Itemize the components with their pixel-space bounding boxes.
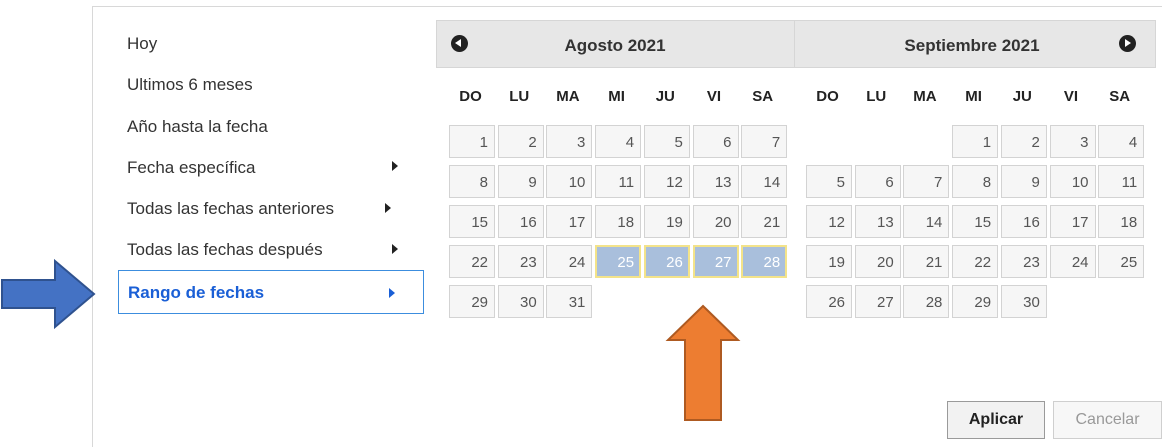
calendar-day-cell[interactable]: 24	[1049, 245, 1096, 278]
calendar-day-cell[interactable]: 19	[806, 245, 852, 278]
calendar-day-cell[interactable]: 15	[449, 205, 495, 238]
calendar-day-cell[interactable]: 17	[1049, 205, 1096, 238]
menu-item-fechas-anteriores[interactable]: Todas las fechas anteriores	[127, 199, 334, 219]
calendar-day-cell[interactable]: 5	[643, 125, 690, 158]
calendar-day-cell[interactable]: 16	[497, 205, 544, 238]
calendar-day-cell[interactable]: 30	[1000, 285, 1047, 318]
calendar-day-cell[interactable]: 28	[903, 285, 950, 318]
calendar-day-cell[interactable]: 28	[741, 245, 788, 278]
calendar-day-cell[interactable]: 21	[903, 245, 950, 278]
calendar-day-cell[interactable]: 16	[1000, 205, 1047, 238]
weekday-header: VI	[706, 88, 722, 105]
calendar-day-cell[interactable]: 13	[692, 165, 739, 198]
weekday-header: DO	[816, 88, 839, 105]
calendar-day-cell[interactable]: 13	[854, 205, 901, 238]
menu-item-rango-de-fechas[interactable]: Rango de fechas	[118, 270, 424, 314]
menu-item-hoy[interactable]: Hoy	[127, 34, 157, 54]
calendar-day-cell[interactable]: 2	[497, 125, 544, 158]
calendar-day-cell[interactable]: 26	[806, 285, 852, 318]
apply-button[interactable]: Aplicar	[947, 401, 1045, 439]
calendar-day-cell[interactable]: 20	[854, 245, 901, 278]
calendar-day-cell[interactable]: 1	[449, 125, 495, 158]
calendar-day-cell[interactable]: 12	[643, 165, 690, 198]
annotation-arrow-right-icon	[1, 258, 96, 330]
calendar-day-cell[interactable]: 27	[692, 245, 739, 278]
calendar-day-cell[interactable]: 6	[692, 125, 739, 158]
calendar-day-cell[interactable]: 21	[741, 205, 788, 238]
calendar-day-cell[interactable]: 30	[497, 285, 544, 318]
month-title-august: Agosto 2021	[564, 36, 666, 55]
calendar-day-cell[interactable]: 22	[952, 245, 999, 278]
calendar-day-cell[interactable]: 7	[741, 125, 788, 158]
calendar-day-cell[interactable]: 14	[741, 165, 788, 198]
calendar-day-cell[interactable]: 9	[1000, 165, 1047, 198]
menu-item-ultimos-6-meses[interactable]: Ultimos 6 meses	[127, 75, 253, 95]
calendar-day-cell[interactable]: 3	[1049, 125, 1096, 158]
weekday-header: MI	[608, 88, 625, 105]
calendar-day-cell[interactable]: 15	[952, 205, 999, 238]
calendar-day-cell[interactable]: 10	[546, 165, 593, 198]
calendar-day-cell[interactable]: 4	[1098, 125, 1145, 158]
calendar-day-cell[interactable]: 12	[806, 205, 852, 238]
calendar-day-cell[interactable]: 23	[497, 245, 544, 278]
calendar-day-cell[interactable]: 23	[1000, 245, 1047, 278]
calendar-day-cell[interactable]: 20	[692, 205, 739, 238]
calendar-day-cell[interactable]: 25	[595, 245, 642, 278]
calendar-day-cell[interactable]: 31	[546, 285, 593, 318]
calendar-day-cell[interactable]: 19	[643, 205, 690, 238]
calendar-day-cell[interactable]: 17	[546, 205, 593, 238]
weekday-header: DO	[459, 88, 482, 105]
weekday-header: LU	[866, 88, 887, 105]
weekday-header: JU	[655, 88, 675, 105]
calendar-day-cell[interactable]: 29	[952, 285, 999, 318]
calendar-day-cell[interactable]: 29	[449, 285, 495, 318]
calendar-day-cell[interactable]: 27	[854, 285, 901, 318]
calendar-day-cell[interactable]: 4	[595, 125, 642, 158]
calendar-day-cell[interactable]: 25	[1098, 245, 1145, 278]
calendar-day-cell[interactable]: 11	[595, 165, 642, 198]
submenu-arrow-icon	[392, 244, 398, 254]
calendar-day-cell[interactable]: 26	[643, 245, 690, 278]
calendar-day-cell[interactable]: 24	[546, 245, 593, 278]
weekday-header: VI	[1063, 88, 1079, 105]
weekday-header: SA	[1109, 88, 1131, 105]
panel-border-top	[92, 6, 1162, 7]
menu-item-ano-hasta-la-fecha[interactable]: Año hasta la fecha	[127, 117, 268, 137]
calendar-day-cell[interactable]: 11	[1098, 165, 1145, 198]
calendar-day-cell[interactable]: 6	[854, 165, 901, 198]
submenu-arrow-icon	[389, 288, 395, 298]
weekday-header: MA	[556, 88, 580, 105]
calendar-day-cell[interactable]: 18	[595, 205, 642, 238]
prev-month-icon[interactable]	[451, 35, 468, 52]
cancel-button[interactable]: Cancelar	[1053, 401, 1162, 439]
weekday-header: SA	[752, 88, 774, 105]
panel-border-left	[92, 6, 93, 447]
weekday-header: MA	[913, 88, 937, 105]
weekday-header: LU	[509, 88, 530, 105]
menu-item-fecha-especifica[interactable]: Fecha específica	[127, 158, 256, 178]
calendar-day-cell[interactable]: 7	[903, 165, 950, 198]
calendar-day-cell[interactable]: 5	[806, 165, 852, 198]
submenu-arrow-icon	[385, 203, 391, 213]
submenu-arrow-icon	[392, 161, 398, 171]
month-title-september: Septiembre 2021	[904, 36, 1040, 55]
calendar-day-cell[interactable]: 2	[1000, 125, 1047, 158]
calendar-day-cell[interactable]: 8	[952, 165, 999, 198]
calendar-day-cell[interactable]: 8	[449, 165, 495, 198]
calendar-day-cell[interactable]: 18	[1098, 205, 1145, 238]
calendar-day-cell[interactable]: 10	[1049, 165, 1096, 198]
calendar-day-cell[interactable]: 9	[497, 165, 544, 198]
calendar-day-cell[interactable]: 22	[449, 245, 495, 278]
menu-item-label: Rango de fechas	[128, 283, 265, 302]
calendar-day-cell[interactable]: 3	[546, 125, 593, 158]
annotation-arrow-up-icon	[665, 304, 741, 421]
weekday-header: MI	[965, 88, 982, 105]
next-month-icon[interactable]	[1119, 35, 1136, 52]
weekday-header: JU	[1012, 88, 1032, 105]
menu-item-fechas-despues[interactable]: Todas las fechas después	[127, 240, 323, 260]
calendar-day-cell[interactable]: 14	[903, 205, 950, 238]
calendar-day-cell[interactable]: 1	[952, 125, 999, 158]
